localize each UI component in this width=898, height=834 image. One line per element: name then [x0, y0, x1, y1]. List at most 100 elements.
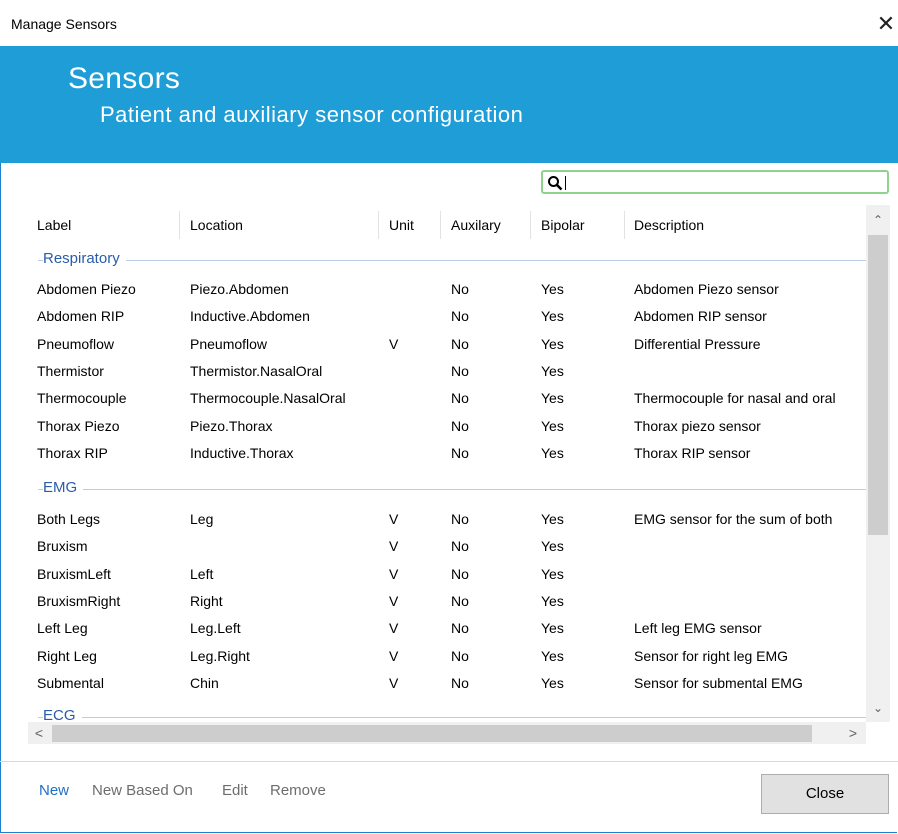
cell-unit: V	[389, 648, 399, 664]
group-label: EMG	[43, 479, 84, 496]
column-separator[interactable]	[530, 211, 531, 239]
sensor-table[interactable]: Label Location Unit Auxilary Bipolar Descript…	[28, 205, 866, 722]
cell-auxilary: No	[451, 593, 469, 609]
cell-location: Inductive.Abdomen	[190, 308, 310, 324]
column-separator[interactable]	[179, 211, 180, 239]
column-header-description[interactable]: Description	[634, 205, 704, 245]
cell-label: Left Leg	[37, 620, 88, 636]
search-icon	[548, 176, 563, 191]
table-row[interactable]: Left Leg Leg.Left V No Yes Left leg EMG senso…	[28, 618, 866, 640]
column-header-unit[interactable]: Unit	[389, 205, 414, 245]
table-row[interactable]: Pneumoflow Pneumoflow V No Yes Differential P…	[28, 334, 866, 356]
group-divider-line	[38, 260, 866, 261]
table-row[interactable]: Thorax RIP Inductive.Thorax No Yes Thorax RI…	[28, 443, 866, 465]
group-header-emg[interactable]: EMG	[28, 477, 866, 501]
cell-auxilary: No	[451, 281, 469, 297]
cell-bipolar: Yes	[541, 418, 564, 434]
group-divider-line	[38, 489, 866, 490]
cell-description: Thorax piezo sensor	[634, 418, 761, 434]
table-row[interactable]: BruxismLeft Left V No Yes	[28, 564, 866, 586]
horizontal-scrollbar[interactable]: < >	[28, 722, 866, 744]
scroll-left-icon[interactable]: <	[28, 722, 50, 744]
column-separator[interactable]	[624, 211, 625, 239]
scroll-right-icon[interactable]: >	[842, 722, 864, 744]
cell-location: Inductive.Thorax	[190, 445, 294, 461]
cell-label: Both Legs	[37, 511, 101, 527]
scroll-down-icon[interactable]: ⌄	[866, 699, 890, 717]
cell-label: Thorax Piezo	[37, 418, 120, 434]
table-row[interactable]: Thermistor Thermistor.NasalOral No Yes	[28, 361, 866, 383]
cell-auxilary: No	[451, 336, 469, 352]
table-row[interactable]: Abdomen RIP Inductive.Abdomen No Yes Abdomen…	[28, 306, 866, 328]
cell-auxilary: No	[451, 566, 469, 582]
cell-location: Leg	[190, 511, 214, 527]
table-row[interactable]: Submental Chin V No Yes Sensor for submental …	[28, 673, 866, 695]
cell-bipolar: Yes	[541, 648, 564, 664]
new-based-on-link[interactable]: New Based On	[92, 782, 193, 799]
column-header-bipolar[interactable]: Bipolar	[541, 205, 585, 245]
remove-link[interactable]: Remove	[270, 782, 326, 799]
new-link[interactable]: New	[39, 782, 69, 799]
cell-description: Sensor for right leg EMG	[634, 648, 789, 664]
table-row[interactable]: Bruxism V No Yes	[28, 536, 866, 558]
group-header-respiratory[interactable]: Respiratory	[28, 248, 866, 272]
cell-bipolar: Yes	[541, 336, 564, 352]
cell-description: Sensor for submental EMG	[634, 675, 803, 691]
column-header-auxilary[interactable]: Auxilary	[451, 205, 501, 245]
cell-label: Bruxism	[37, 538, 88, 554]
cell-auxilary: No	[451, 648, 469, 664]
text-cursor	[565, 176, 566, 190]
cell-location: Left	[190, 566, 214, 582]
scroll-up-icon[interactable]: ⌃	[866, 211, 890, 229]
cell-auxilary: No	[451, 418, 469, 434]
cell-location: Thermistor.NasalOral	[190, 363, 323, 379]
horizontal-scroll-thumb[interactable]	[52, 725, 812, 742]
search-input[interactable]	[541, 170, 889, 194]
window-title: Manage Sensors	[11, 16, 117, 32]
cell-description: Abdomen Piezo sensor	[634, 281, 779, 297]
cell-bipolar: Yes	[541, 390, 564, 406]
cell-bipolar: Yes	[541, 445, 564, 461]
cell-auxilary: No	[451, 538, 469, 554]
cell-auxilary: No	[451, 363, 469, 379]
cell-location: Pneumoflow	[190, 336, 268, 352]
close-button[interactable]: Close	[761, 774, 889, 814]
cell-bipolar: Yes	[541, 363, 564, 379]
cell-label: Thermistor	[37, 363, 104, 379]
table-row[interactable]: Thermocouple Thermocouple.NasalOral No Yes T…	[28, 388, 866, 410]
cell-unit: V	[389, 336, 399, 352]
column-separator[interactable]	[440, 211, 441, 239]
cell-unit: V	[389, 511, 399, 527]
table-row[interactable]: Abdomen Piezo Piezo.Abdomen No Yes Abdomen P…	[28, 279, 866, 301]
cell-label: BruxismLeft	[37, 566, 111, 582]
cell-description: EMG sensor for the sum of both	[634, 511, 833, 527]
cell-label: BruxismRight	[37, 593, 121, 609]
cell-description: Thermocouple for nasal and oral	[634, 390, 836, 406]
group-label: ECG	[43, 707, 82, 722]
vertical-scroll-thumb[interactable]	[868, 235, 888, 535]
table-row[interactable]: Thorax Piezo Piezo.Thorax No Yes Thorax piez…	[28, 416, 866, 438]
cell-label: Submental	[37, 675, 104, 691]
cell-bipolar: Yes	[541, 308, 564, 324]
table-row[interactable]: Both Legs Leg V No Yes EMG sensor for the sum…	[28, 509, 866, 531]
group-header-ecg[interactable]: ECG	[28, 705, 866, 722]
cell-location: Chin	[190, 675, 219, 691]
footer-divider	[0, 761, 898, 762]
cell-bipolar: Yes	[541, 511, 564, 527]
table-row[interactable]: BruxismRight Right V No Yes	[28, 591, 866, 613]
close-icon[interactable]: ✕	[874, 11, 898, 37]
edit-link[interactable]: Edit	[222, 782, 248, 799]
cell-unit: V	[389, 675, 399, 691]
vertical-scrollbar[interactable]: ⌃ ⌄	[866, 205, 890, 722]
banner-title: Sensors	[68, 62, 181, 95]
cell-auxilary: No	[451, 511, 469, 527]
cell-label: Thermocouple	[37, 390, 127, 406]
cell-auxilary: No	[451, 390, 469, 406]
column-header-label[interactable]: Label	[37, 205, 71, 245]
cell-label: Thorax RIP	[37, 445, 108, 461]
cell-location: Leg.Right	[190, 648, 250, 664]
column-header-location[interactable]: Location	[190, 205, 243, 245]
table-row[interactable]: Right Leg Leg.Right V No Yes Sensor for right…	[28, 646, 866, 668]
column-separator[interactable]	[378, 211, 379, 239]
cell-label: Pneumoflow	[37, 336, 115, 352]
